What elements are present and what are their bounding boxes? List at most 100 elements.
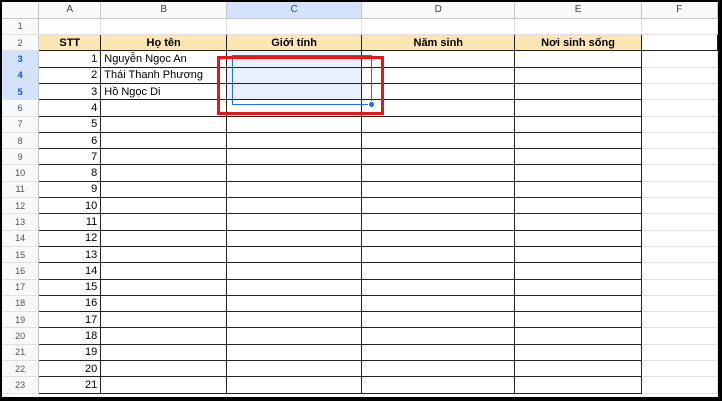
row-header[interactable]: 23 <box>2 376 40 394</box>
cell[interactable] <box>641 197 718 215</box>
gender-cell[interactable] <box>226 343 363 362</box>
birth-year-cell[interactable] <box>361 229 516 247</box>
stt-cell[interactable]: 16 <box>38 294 102 313</box>
cell[interactable] <box>641 360 718 378</box>
name-cell[interactable] <box>100 180 228 199</box>
residence-cell[interactable] <box>514 294 642 313</box>
row-header[interactable]: 16 <box>2 262 40 280</box>
cell[interactable] <box>361 18 516 36</box>
stt-cell[interactable]: 8 <box>38 164 102 182</box>
birth-year-cell[interactable] <box>361 213 516 231</box>
gender-cell[interactable] <box>226 197 363 215</box>
residence-cell[interactable] <box>514 278 642 296</box>
name-cell[interactable] <box>100 213 228 231</box>
residence-cell[interactable] <box>514 360 642 378</box>
residence-cell[interactable] <box>514 376 642 394</box>
header-cell-ho-ten[interactable]: Họ tên <box>100 34 228 52</box>
name-cell[interactable] <box>100 376 228 394</box>
gender-cell[interactable] <box>226 131 363 150</box>
birth-year-cell[interactable] <box>361 311 516 329</box>
stt-cell[interactable]: 9 <box>38 180 102 199</box>
birth-year-cell[interactable] <box>361 164 516 182</box>
cell[interactable] <box>641 99 718 117</box>
row-header[interactable]: 20 <box>2 327 40 345</box>
name-cell[interactable] <box>100 229 228 247</box>
row-header[interactable]: 14 <box>2 230 40 247</box>
cell[interactable] <box>641 50 718 68</box>
gender-cell[interactable] <box>226 115 363 133</box>
name-cell[interactable] <box>100 99 228 117</box>
row-header[interactable]: 11 <box>2 181 40 199</box>
cell[interactable] <box>641 279 718 296</box>
stt-cell[interactable]: 11 <box>38 213 102 231</box>
gender-cell[interactable] <box>226 376 363 394</box>
row-header[interactable]: 6 <box>2 99 40 117</box>
cell[interactable] <box>641 181 718 199</box>
birth-year-cell[interactable] <box>361 180 516 199</box>
residence-cell[interactable] <box>514 343 642 362</box>
gender-cell[interactable] <box>226 245 363 264</box>
stt-cell[interactable]: 3 <box>38 82 102 101</box>
stt-cell[interactable]: 5 <box>38 115 102 133</box>
row-header[interactable]: 18 <box>2 295 40 313</box>
gender-cell[interactable] <box>226 50 363 68</box>
birth-year-cell[interactable] <box>361 327 516 345</box>
cell[interactable] <box>641 116 718 133</box>
cell[interactable] <box>641 213 718 231</box>
name-cell[interactable] <box>100 311 228 329</box>
residence-cell[interactable] <box>514 229 642 247</box>
birth-year-cell[interactable] <box>361 294 516 313</box>
birth-year-cell[interactable] <box>361 197 516 215</box>
cell[interactable] <box>100 18 228 36</box>
residence-cell[interactable] <box>514 148 642 166</box>
gender-cell[interactable] <box>226 213 363 231</box>
stt-cell[interactable]: 15 <box>38 278 102 296</box>
residence-cell[interactable] <box>514 164 642 182</box>
row-header[interactable]: 13 <box>2 213 40 231</box>
cell[interactable] <box>641 67 718 84</box>
name-cell[interactable] <box>100 131 228 150</box>
cell[interactable] <box>38 18 102 36</box>
row-header[interactable]: 5 <box>2 83 40 101</box>
birth-year-cell[interactable] <box>361 343 516 362</box>
name-cell[interactable]: Nguyễn Ngọc An <box>100 50 228 68</box>
column-header-f[interactable]: F <box>641 2 718 19</box>
row-header[interactable]: 1 <box>2 18 40 36</box>
residence-cell[interactable] <box>514 131 642 150</box>
header-cell-stt[interactable]: STT <box>38 34 102 52</box>
name-cell[interactable] <box>100 164 228 182</box>
row-header[interactable]: 22 <box>2 360 40 378</box>
stt-cell[interactable]: 20 <box>38 360 102 378</box>
gender-cell[interactable] <box>226 66 363 84</box>
stt-cell[interactable]: 12 <box>38 229 102 247</box>
cell[interactable] <box>641 246 718 264</box>
residence-cell[interactable] <box>514 180 642 199</box>
name-cell[interactable] <box>100 245 228 264</box>
residence-cell[interactable] <box>514 99 642 117</box>
birth-year-cell[interactable] <box>361 148 516 166</box>
column-header-b[interactable]: B <box>100 2 228 19</box>
name-cell[interactable] <box>100 262 228 280</box>
cell[interactable] <box>641 148 718 166</box>
cell[interactable] <box>641 132 718 150</box>
row-header[interactable]: 3 <box>2 50 40 68</box>
cell[interactable] <box>641 83 718 101</box>
row-header[interactable]: 19 <box>2 311 40 329</box>
residence-cell[interactable] <box>514 50 642 68</box>
stt-cell[interactable]: 10 <box>38 197 102 215</box>
column-header-e[interactable]: E <box>514 2 642 19</box>
birth-year-cell[interactable] <box>361 376 516 394</box>
gender-cell[interactable] <box>226 82 363 101</box>
cell[interactable] <box>514 18 642 36</box>
column-header-c[interactable]: C <box>226 2 363 19</box>
row-header[interactable]: 12 <box>2 197 40 215</box>
header-cell-noi-sinh-song[interactable]: Nơi sinh sống <box>514 34 642 52</box>
gender-cell[interactable] <box>226 229 363 247</box>
residence-cell[interactable] <box>514 213 642 231</box>
birth-year-cell[interactable] <box>361 360 516 378</box>
stt-cell[interactable]: 18 <box>38 327 102 345</box>
stt-cell[interactable]: 19 <box>38 343 102 362</box>
name-cell[interactable] <box>100 278 228 296</box>
residence-cell[interactable] <box>514 66 642 84</box>
residence-cell[interactable] <box>514 115 642 133</box>
